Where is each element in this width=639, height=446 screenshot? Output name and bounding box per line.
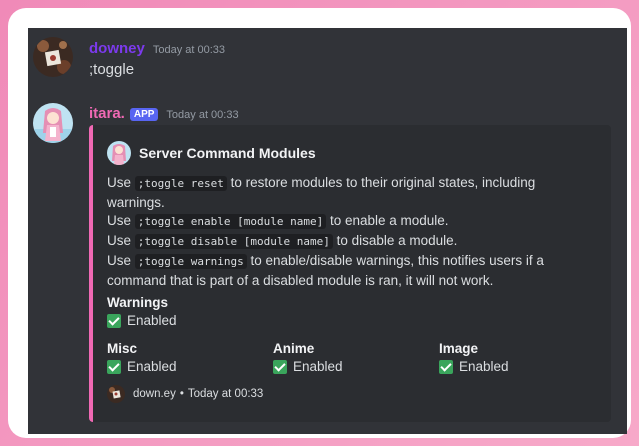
chat-panel: downey Today at 00:33 ;toggle itara. APP… [28, 28, 627, 434]
author-icon [107, 141, 131, 165]
message-header: itara. APP Today at 00:33 [89, 105, 239, 122]
embed-description: Use ;toggle reset to restore modules to … [107, 174, 567, 290]
check-icon [439, 359, 453, 374]
timestamp[interactable]: Today at 00:33 [166, 109, 238, 121]
field-value-text: Enabled [459, 359, 509, 374]
desc-text: Use [107, 252, 135, 268]
footer-timestamp: Today at 00:33 [187, 388, 264, 400]
field-value-text: Enabled [127, 359, 177, 374]
check-icon [107, 313, 121, 328]
inline-code: ;toggle enable [module name] [134, 214, 327, 230]
desc-text: Use [107, 213, 135, 229]
footer-separator: • [179, 388, 184, 400]
embed-author: Server Command Modules [107, 141, 316, 165]
app-badge: APP [129, 108, 159, 121]
inline-code: ;toggle reset [134, 176, 227, 191]
embed-footer: down.ey • Today at 00:33 [107, 385, 263, 403]
timestamp[interactable]: Today at 00:33 [153, 44, 225, 56]
message-header: downey Today at 00:33 [89, 40, 225, 57]
field-value-text: Enabled [293, 359, 343, 374]
inline-code: ;toggle disable [module name] [134, 234, 333, 250]
username[interactable]: itara. [89, 105, 125, 122]
field-warnings: Warnings Enabled [107, 295, 177, 328]
field-value: Enabled [273, 359, 343, 374]
inline-code: ;toggle warnings [134, 253, 247, 269]
embed-title: Server Command Modules [139, 145, 316, 161]
user-avatar-icon[interactable] [33, 37, 73, 77]
check-icon [107, 359, 121, 374]
username[interactable]: downey [89, 40, 145, 57]
field-value-text: Enabled [127, 313, 177, 328]
desc-text: Use [107, 175, 135, 190]
field-name: Misc [107, 341, 138, 356]
footer-text: down.ey [133, 388, 176, 400]
field-image: Image Enabled [439, 341, 509, 374]
field-name: Warnings [107, 295, 169, 310]
field-value: Enabled [107, 313, 177, 328]
desc-text: Use [107, 233, 135, 249]
footer-avatar-icon [107, 385, 125, 403]
field-value: Enabled [107, 359, 177, 374]
desc-text: to enable a module. [326, 213, 449, 229]
field-value: Enabled [439, 359, 509, 374]
message-content: ;toggle [89, 61, 135, 78]
window-frame: downey Today at 00:33 ;toggle itara. APP… [8, 8, 631, 438]
bot-avatar-icon[interactable] [33, 103, 73, 143]
embed-card: Server Command Modules Use ;toggle reset… [89, 125, 611, 422]
field-misc: Misc Enabled [107, 341, 177, 374]
field-name: Image [439, 341, 479, 356]
desc-text: to disable a module. [332, 233, 458, 249]
field-anime: Anime Enabled [273, 341, 343, 374]
field-name: Anime [273, 341, 315, 356]
check-icon [273, 359, 287, 374]
